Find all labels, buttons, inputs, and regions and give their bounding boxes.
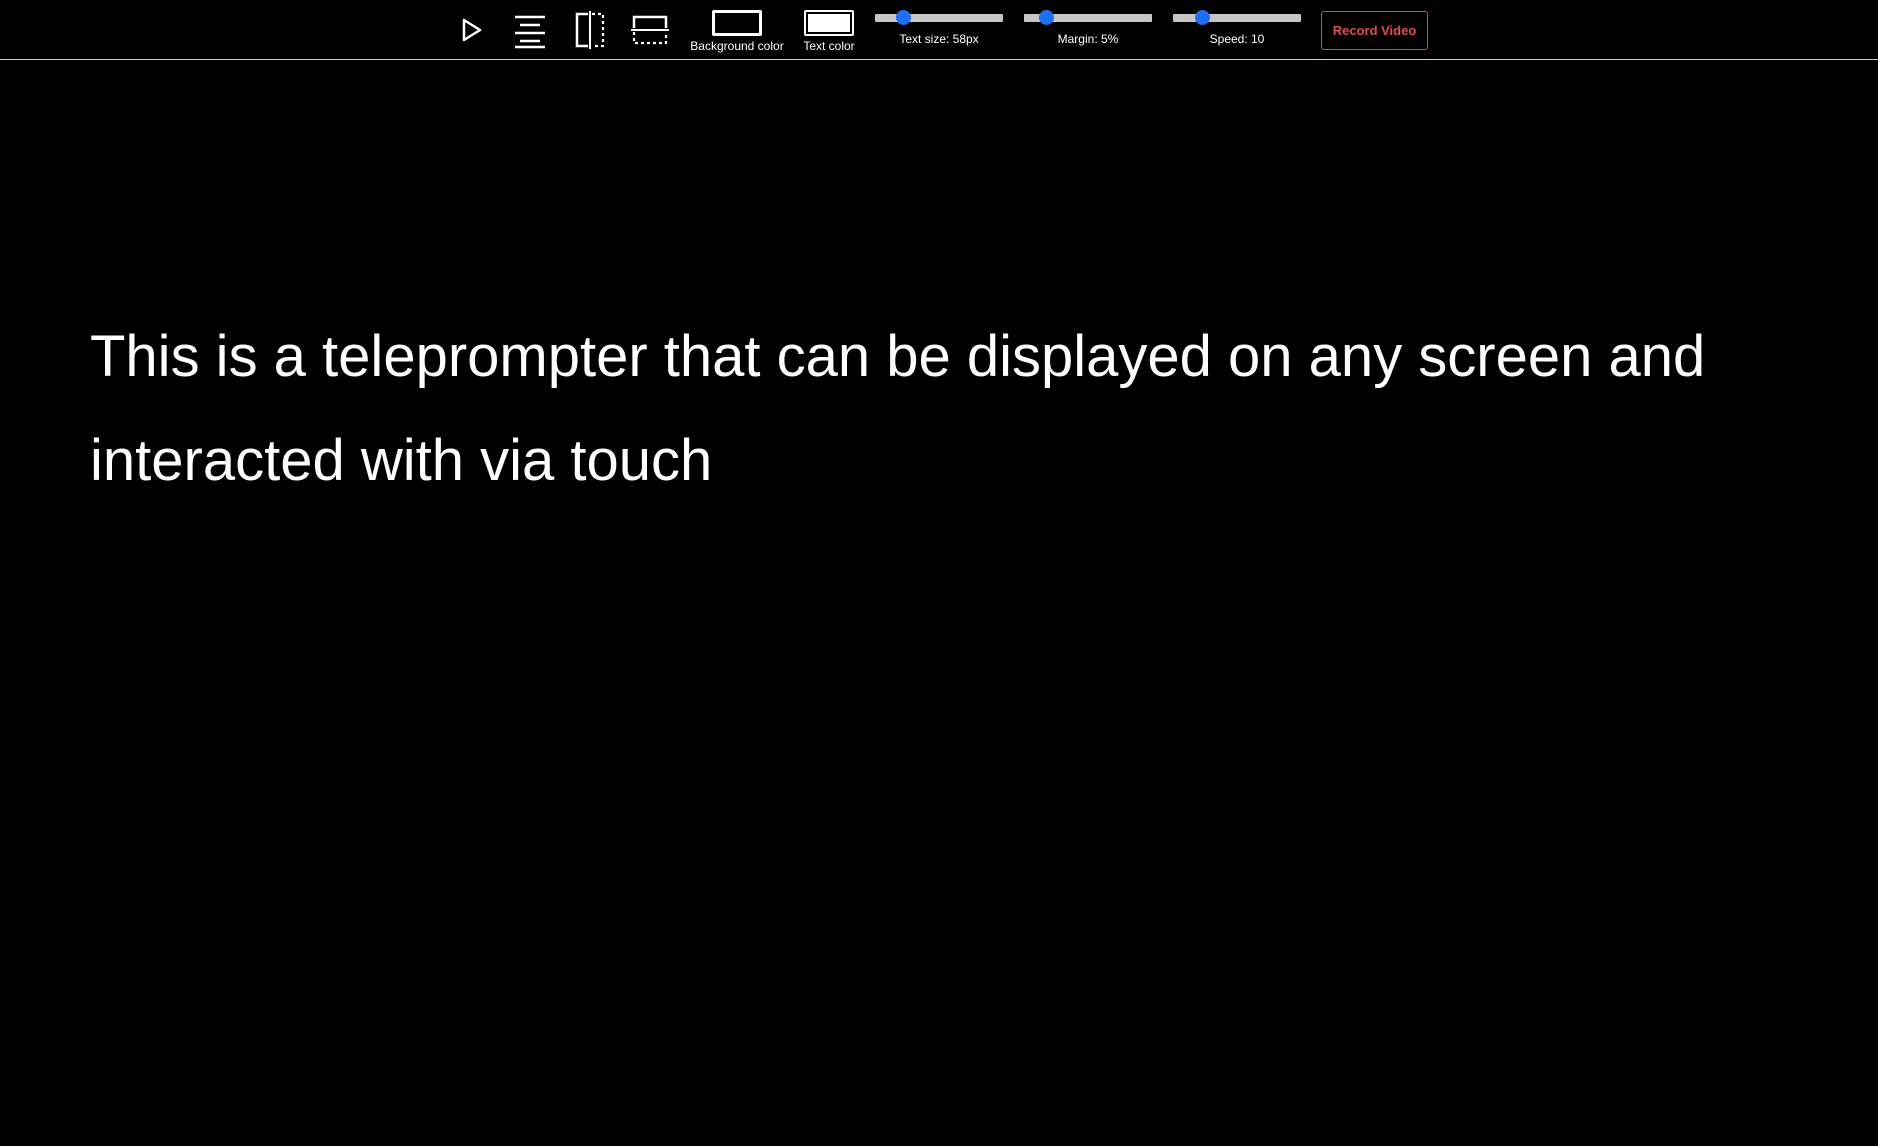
- toolbar: Background color Text color Text size: 5…: [0, 0, 1878, 60]
- speed-label: Speed: 10: [1209, 32, 1265, 46]
- teleprompter-script-text[interactable]: This is a teleprompter that can be displ…: [90, 305, 1790, 513]
- margin-label: Margin: 5%: [1057, 32, 1119, 46]
- text-size-slider-thumb[interactable]: [896, 10, 912, 25]
- margin-slider[interactable]: [1024, 10, 1152, 25]
- play-icon[interactable]: [449, 8, 493, 52]
- flip-horizontal-icon[interactable]: [568, 8, 612, 52]
- record-video-button[interactable]: Record Video: [1321, 11, 1428, 50]
- background-color-swatch[interactable]: [712, 10, 762, 36]
- speed-slider[interactable]: [1173, 10, 1301, 25]
- text-color-label: Text color: [803, 39, 855, 53]
- text-size-slider[interactable]: [875, 10, 1003, 25]
- align-center-icon[interactable]: [508, 8, 552, 52]
- margin-slider-group: Margin: 5%: [1024, 10, 1152, 46]
- text-size-label: Text size: 58px: [899, 32, 979, 46]
- flip-vertical-icon[interactable]: [628, 8, 672, 52]
- speed-slider-thumb[interactable]: [1195, 10, 1211, 25]
- margin-slider-thumb[interactable]: [1038, 10, 1054, 25]
- text-size-slider-group: Text size: 58px: [875, 10, 1003, 46]
- text-color-swatch[interactable]: [804, 10, 854, 36]
- background-color-picker[interactable]: Background color: [689, 10, 785, 53]
- text-color-picker[interactable]: Text color: [800, 10, 858, 53]
- speed-slider-group: Speed: 10: [1173, 10, 1301, 46]
- background-color-label: Background color: [690, 39, 784, 53]
